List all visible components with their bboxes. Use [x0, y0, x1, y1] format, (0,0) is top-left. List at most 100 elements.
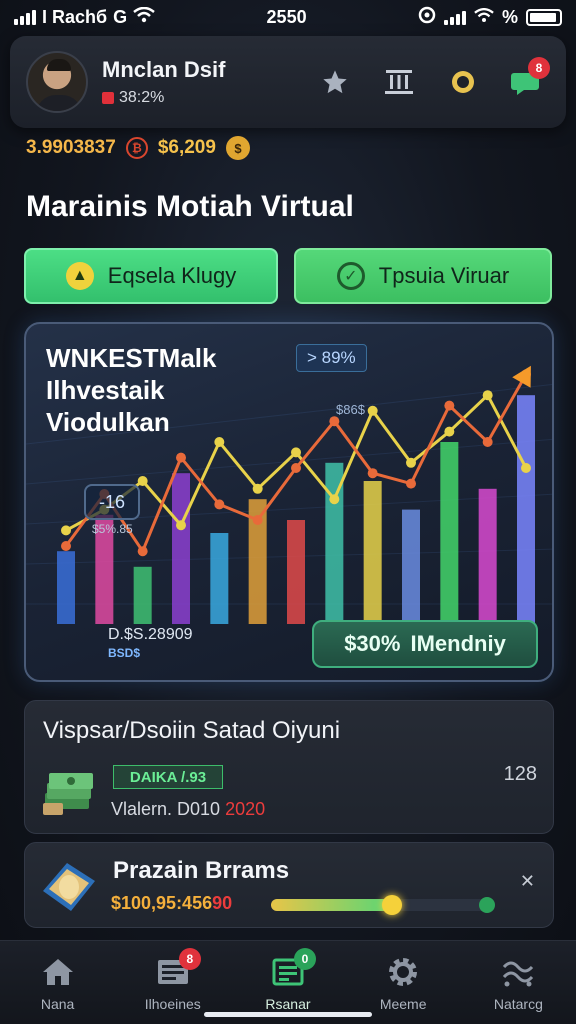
- hero-line-secondary-point: [406, 457, 416, 468]
- chat-icon[interactable]: 8: [510, 57, 550, 99]
- investment-count: 128: [503, 763, 537, 785]
- wifi-status-icon: [474, 7, 494, 28]
- hero-pill-label: IMendniy: [410, 631, 506, 656]
- news-badge: 8: [178, 947, 201, 970]
- hero-line-secondary-point: [252, 483, 263, 494]
- bonus-progress-bar: [271, 895, 495, 915]
- hero-line-primary-point: [214, 499, 225, 510]
- hero-bar: [133, 566, 152, 624]
- profile-header: Mnclan Dsif 38:2% 8: [10, 36, 566, 128]
- hero-percent-tag: > 89%: [296, 344, 367, 372]
- wifi-icon: [133, 6, 155, 28]
- hero-investment-chart[interactable]: WNKESTMalk Ilhvestaik Viodulkan > 89% $8…: [24, 322, 554, 682]
- nav-item-news[interactable]: 8 Ilhoeines: [123, 947, 223, 1012]
- hero-bar: [210, 533, 229, 624]
- carrier-label: I Rachб: [42, 6, 108, 27]
- nav-label-home: Nana: [40, 995, 75, 1012]
- hero-line-secondary-point: [291, 447, 301, 458]
- balance-secondary: $6,209: [157, 137, 216, 158]
- hero-bar: [517, 395, 535, 624]
- gold-coin-icon: $: [225, 136, 250, 160]
- hero-hex-value: -16: [84, 484, 140, 520]
- hero-title-line-3: Viodulkan: [46, 407, 170, 437]
- token-icon: ₿: [125, 137, 148, 159]
- bonus-progress-fill: [271, 899, 392, 911]
- home-indicator[interactable]: [204, 1012, 372, 1017]
- network-icon: [498, 954, 538, 990]
- hero-line-secondary-point: [521, 463, 531, 473]
- page-title: Marainis Motiah Virtual: [26, 190, 354, 223]
- gear-icon: [383, 954, 423, 990]
- news-icon: 8: [153, 947, 201, 990]
- avatar[interactable]: [26, 51, 88, 113]
- battery-icon: [526, 8, 562, 26]
- investment-card-title: Vispsar/Dsoiin Satad Oiyuni: [43, 717, 341, 744]
- chat-badge: 8: [528, 57, 550, 79]
- hero-line-primary-point: [137, 546, 148, 557]
- hero-bar: [287, 520, 305, 624]
- primary-action-label: Eqsela Klugy: [107, 263, 237, 288]
- hero-line-secondary-point: [329, 494, 340, 505]
- investment-card[interactable]: Vispsar/Dsoiin Satad Oiyuni DAIKA /.93 V…: [24, 700, 554, 834]
- hero-bar: [172, 473, 190, 624]
- gift-icon: [43, 863, 95, 911]
- investment-badge: DAIKA /.93: [113, 765, 223, 789]
- nav-label-news: Ilhoeines: [144, 995, 201, 1012]
- stat-indicator-icon: [102, 92, 114, 104]
- hero-bar: [363, 481, 382, 624]
- g-icon: G: [113, 6, 128, 27]
- user-name: Mnclan Dsif: [102, 57, 226, 82]
- ledger-icon: 0: [268, 947, 316, 990]
- bonus-amount-highlight: 90: [212, 893, 233, 913]
- battery-percent: %: [501, 6, 518, 27]
- primary-action-button[interactable]: ▲ Eqsela Klugy: [24, 248, 278, 304]
- hero-line-primary-point: [406, 478, 416, 489]
- nav-label-network: Natarcg: [493, 995, 543, 1012]
- nav-item-settings[interactable]: Meeme: [353, 954, 453, 1012]
- bonus-card[interactable]: Prazain Brrams $100,95:45690 ✕: [24, 842, 554, 928]
- home-icon: [38, 954, 78, 990]
- investment-value-highlight: 2020: [225, 799, 266, 819]
- secondary-action-button[interactable]: ✓ Tpsuia Viruar: [294, 248, 552, 304]
- status-time: 2550: [266, 6, 307, 27]
- wallet-icon: ▲: [65, 262, 94, 290]
- bonus-progress-knob[interactable]: [382, 895, 402, 915]
- secondary-action-label: Tpsuia Viruar: [378, 263, 510, 288]
- hero-small-value: $86$: [336, 402, 365, 417]
- bonus-amount: $100,95:45690: [111, 893, 232, 914]
- hero-line-secondary-point: [367, 405, 378, 416]
- hero-line-primary-point: [61, 541, 71, 551]
- hero-line-primary-point: [367, 468, 378, 479]
- bank-icon[interactable]: [382, 65, 416, 99]
- check-circle-icon: ✓: [336, 262, 365, 290]
- hero-line-primary-point: [444, 400, 455, 411]
- hero-line-secondary-point: [61, 525, 71, 536]
- nav-item-network[interactable]: Natarcg: [468, 954, 568, 1012]
- hero-mid-value: $5%.85: [92, 522, 133, 536]
- nav-label-settings: Meeme: [379, 995, 427, 1012]
- hero-line-secondary-point: [214, 437, 225, 447]
- hero-return-pill[interactable]: $30% IMendniy: [312, 620, 538, 668]
- hero-line-primary-point: [252, 515, 263, 525]
- investment-value: Vlalern. D010 2020: [111, 799, 265, 820]
- star-icon[interactable]: [318, 65, 352, 99]
- balance-row: 3.9903837 ₿ $6,209 $: [26, 134, 250, 162]
- hero-pill-percent: $30%: [344, 631, 401, 656]
- bonus-dismiss-icon[interactable]: ✕: [520, 871, 535, 892]
- alarm-icon: [418, 6, 436, 29]
- hero-line-secondary-point: [176, 520, 186, 531]
- hero-line-primary-point: [482, 437, 493, 447]
- balance-main: 3.9903837: [26, 137, 116, 158]
- cell-signal-icon: [443, 9, 466, 25]
- cash-stack-icon: [43, 773, 93, 815]
- coin-icon[interactable]: [446, 65, 480, 99]
- hero-title: WNKESTMalk Ilhvestaik Viodulkan: [46, 342, 266, 438]
- hero-bar: [440, 442, 459, 624]
- hero-line-secondary-point: [482, 390, 493, 401]
- hero-title-line-2: Ilhvestaik: [46, 375, 165, 405]
- nav-item-home[interactable]: Nana: [8, 954, 108, 1012]
- hero-title-line-1: WNKESTMalk: [46, 343, 217, 373]
- nav-item-ledger[interactable]: 0 Rsanar: [238, 947, 338, 1012]
- signal-icon: [14, 9, 36, 25]
- hero-bar: [402, 509, 420, 624]
